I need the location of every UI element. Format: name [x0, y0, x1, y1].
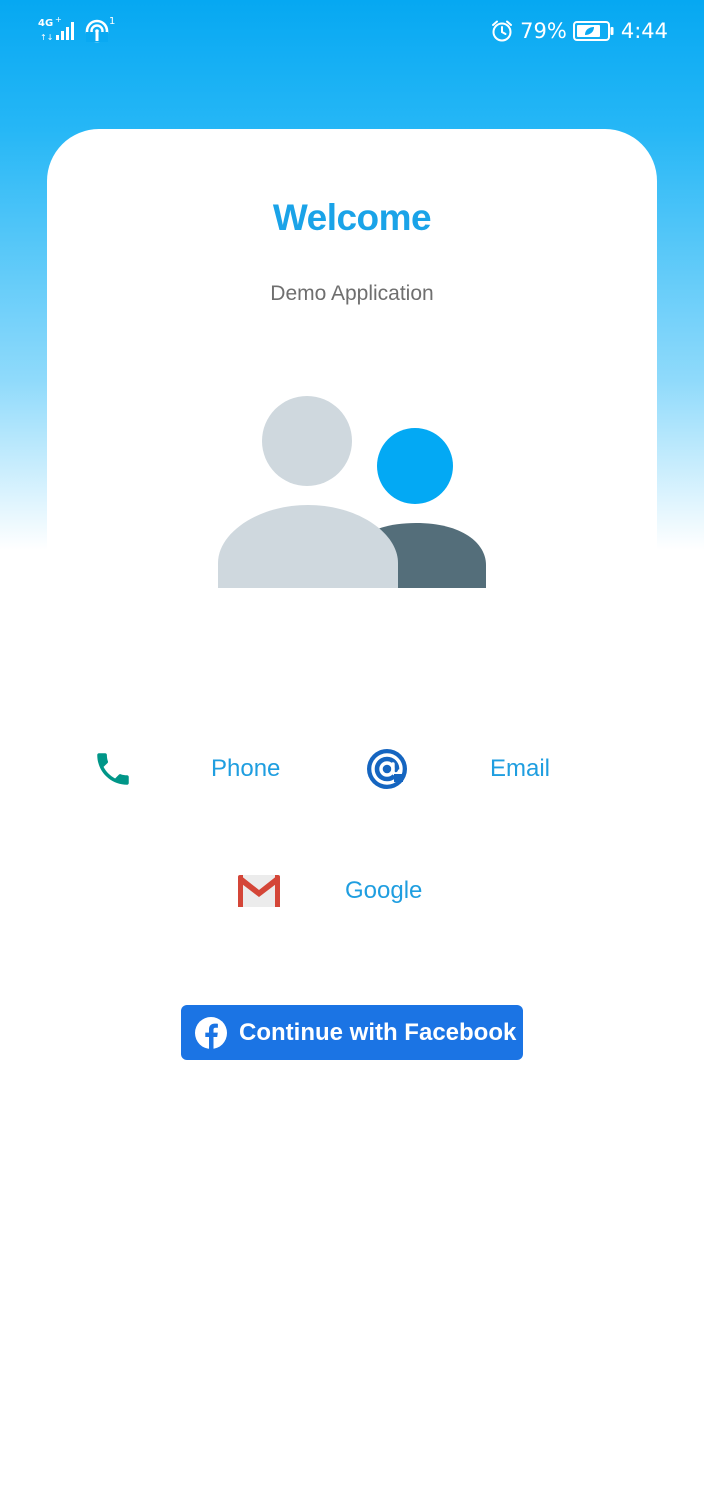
- page-title: Welcome: [272, 197, 432, 238]
- at-sign-icon: [367, 749, 407, 789]
- alarm-icon: [492, 20, 513, 42]
- svg-text:1: 1: [109, 16, 115, 27]
- clock: 4:44: [620, 19, 668, 43]
- app-subtitle: Demo Application: [270, 282, 434, 305]
- phone-icon: [97, 753, 129, 785]
- email-login-option[interactable]: Email: [366, 748, 550, 790]
- facebook-button-label: Continue with Facebook: [239, 1018, 517, 1046]
- battery-percentage: 79%: [520, 19, 567, 43]
- svg-text:↑↓: ↑↓: [40, 33, 53, 42]
- battery-icon: [572, 21, 614, 41]
- facebook-icon: [195, 1016, 227, 1049]
- status-bar-right: 79% 4:44: [490, 14, 668, 48]
- continue-with-facebook-button[interactable]: Continue with Facebook: [181, 1005, 523, 1060]
- google-login-option[interactable]: Google: [236, 873, 422, 909]
- email-option-label: Email: [490, 755, 551, 782]
- users-icon: [218, 396, 486, 588]
- signal-icon: 4G + ↑↓ 1: [38, 15, 115, 43]
- gmail-icon: [238, 875, 280, 907]
- status-bar-left: 4G + ↑↓ 1: [38, 14, 128, 44]
- svg-text:4G: 4G: [38, 18, 53, 29]
- hotspot-icon: [85, 19, 109, 43]
- status-bar: 4G + ↑↓ 1 79% 4:44: [0, 0, 704, 60]
- svg-text:+: +: [55, 15, 62, 24]
- phone-option-label: Phone: [211, 755, 281, 782]
- phone-login-option[interactable]: Phone: [92, 748, 280, 790]
- google-option-label: Google: [345, 877, 423, 904]
